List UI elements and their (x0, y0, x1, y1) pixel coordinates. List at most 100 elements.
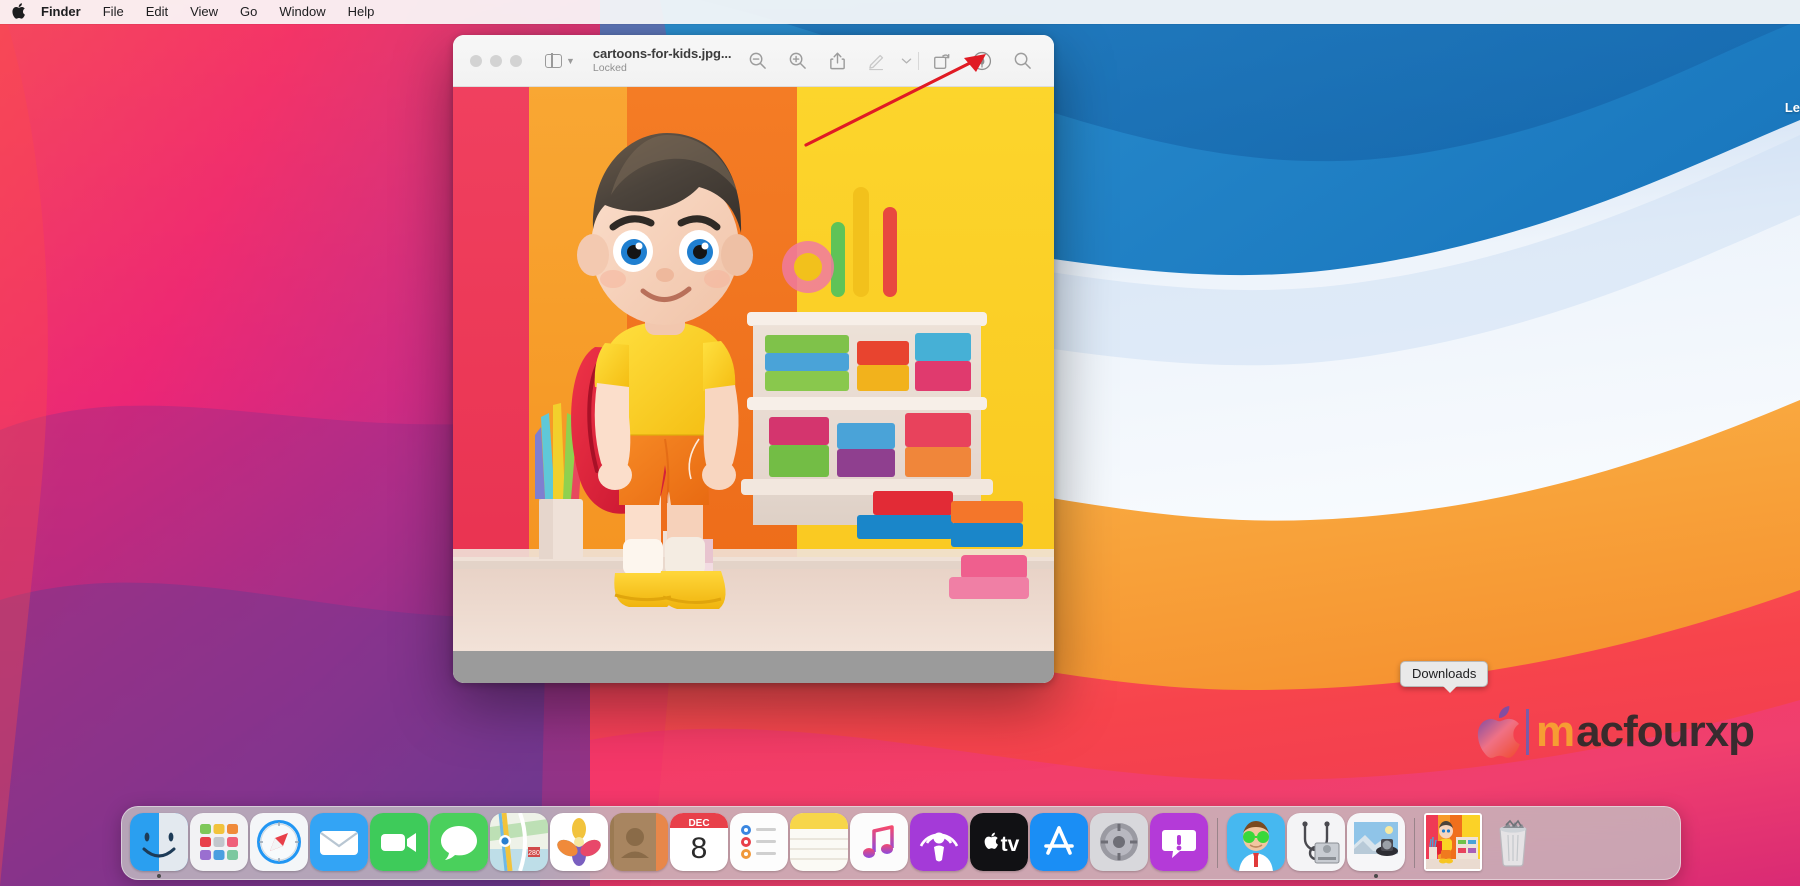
dock-item-maps[interactable]: 280 (489, 808, 549, 878)
dock-item-contacts[interactable] (609, 808, 669, 878)
maps-icon: 280 (490, 813, 548, 871)
dock-item-finder[interactable] (129, 808, 189, 878)
dock[interactable]: 280 DEC 8 tv (121, 806, 1681, 880)
menu-bar: Finder File Edit View Go Window Help (0, 0, 1800, 24)
dock-item-launchpad[interactable] (189, 808, 249, 878)
mail-icon (310, 813, 368, 871)
dock-item-reminders[interactable] (729, 808, 789, 878)
svg-text:tv: tv (1001, 833, 1020, 856)
finder-icon (130, 813, 188, 871)
dock-item-mail[interactable] (309, 808, 369, 878)
dock-item-downloads-stack[interactable] (1423, 808, 1483, 878)
running-indicator (1451, 874, 1455, 878)
search-icon (1014, 52, 1031, 69)
markup-toolbar-button[interactable] (962, 41, 1002, 81)
podcasts-icon (910, 813, 968, 871)
minimize-button[interactable] (490, 54, 502, 67)
dock-item-photos[interactable] (549, 808, 609, 878)
toolbar-right-group (737, 41, 1054, 81)
running-indicator (757, 874, 761, 878)
dock-item-mac-doctor[interactable] (1226, 808, 1286, 878)
dock-item-safari[interactable] (249, 808, 309, 878)
preview-image-canvas[interactable] (453, 87, 1054, 683)
running-indicator (637, 874, 641, 878)
dock-item-messages[interactable] (429, 808, 489, 878)
pen-icon (869, 54, 884, 70)
menu-item-finder[interactable]: Finder (30, 0, 92, 24)
apple-logo-glyph (1477, 706, 1520, 758)
dock-tooltip: Downloads (1400, 661, 1489, 693)
dock-item-preview[interactable] (1346, 808, 1406, 878)
dock-item-notes[interactable] (789, 808, 849, 878)
apple-logo-glyph (12, 3, 25, 19)
mail-glyph (310, 813, 368, 871)
watermark-text: acfourxp (1576, 707, 1755, 756)
system-preferences-glyph (1090, 813, 1148, 871)
markup-dropdown-button[interactable] (897, 41, 915, 81)
notes-icon (790, 813, 848, 871)
apple-menu-icon[interactable] (8, 3, 30, 21)
facetime-glyph (370, 813, 428, 871)
appstore-icon (1030, 813, 1088, 871)
gear-icon (1090, 813, 1148, 871)
safari-glyph (250, 813, 308, 871)
launchpad-icon (190, 813, 248, 871)
sidebar-toggle-button[interactable]: ▼ (545, 53, 575, 68)
magnifier-minus-icon (749, 52, 766, 69)
dock-item-calendar[interactable]: DEC 8 (669, 808, 729, 878)
downloads-stack-icon (1424, 813, 1482, 871)
cartoon-boy-illustration (453, 87, 1054, 651)
dock-item-facetime[interactable] (369, 808, 429, 878)
rotate-button[interactable] (922, 41, 962, 81)
dock-item-disk-utility[interactable] (1286, 808, 1346, 878)
contacts-glyph (610, 813, 668, 871)
dock-tooltip-label: Downloads (1412, 666, 1477, 681)
menu-item-edit[interactable]: Edit (135, 0, 179, 24)
markup-pen-button[interactable] (857, 41, 897, 81)
dock-item-appstore[interactable] (1029, 808, 1089, 878)
menu-item-go[interactable]: Go (229, 0, 268, 24)
watermark-divider (1526, 709, 1529, 755)
dock-item-trash[interactable] (1483, 808, 1543, 878)
chevron-down-icon: ▼ (566, 55, 575, 66)
share-icon (829, 52, 845, 69)
zoom-button[interactable] (510, 54, 522, 67)
close-button[interactable] (470, 54, 482, 67)
mac-doctor-glyph (1227, 813, 1285, 871)
watermark: m acfourxp (1476, 706, 1755, 758)
dock-item-system-preferences[interactable] (1089, 808, 1149, 878)
music-glyph (850, 813, 908, 871)
preview-window[interactable]: ▼ cartoons-for-kids.jpg... Locked (453, 35, 1054, 683)
search-button[interactable] (1002, 41, 1042, 81)
dock-item-podcasts[interactable] (909, 808, 969, 878)
desktop-edge-label: Le (1784, 100, 1800, 115)
menu-item-file[interactable]: File (92, 0, 135, 24)
zoom-in-button[interactable] (777, 41, 817, 81)
dock-item-appletv[interactable]: tv (969, 808, 1029, 878)
launchpad-glyph (190, 813, 248, 871)
messages-glyph (430, 813, 488, 871)
share-button[interactable] (817, 41, 857, 81)
running-indicator (397, 874, 401, 878)
running-indicator (1057, 874, 1061, 878)
running-indicator (217, 874, 221, 878)
running-indicator (577, 874, 581, 878)
watermark-apple-icon (1476, 706, 1522, 758)
svg-text:280: 280 (528, 850, 540, 857)
preview-app-icon (1347, 813, 1405, 871)
dock-item-music[interactable] (849, 808, 909, 878)
zoom-out-button[interactable] (737, 41, 777, 81)
downloads-thumbnail (1426, 815, 1480, 869)
alert-app-glyph (1150, 813, 1208, 871)
menu-item-help[interactable]: Help (337, 0, 386, 24)
running-indicator (997, 874, 1001, 878)
menu-item-window[interactable]: Window (268, 0, 336, 24)
preview-titlebar[interactable]: ▼ cartoons-for-kids.jpg... Locked (453, 35, 1054, 87)
finder-glyph (130, 813, 188, 871)
menu-item-view[interactable]: View (179, 0, 229, 24)
preview-bottom-bar (453, 651, 1054, 683)
document-lock-status: Locked (592, 62, 627, 74)
dock-item-alert-app[interactable] (1149, 808, 1209, 878)
running-indicator (337, 874, 341, 878)
document-image (453, 87, 1054, 651)
